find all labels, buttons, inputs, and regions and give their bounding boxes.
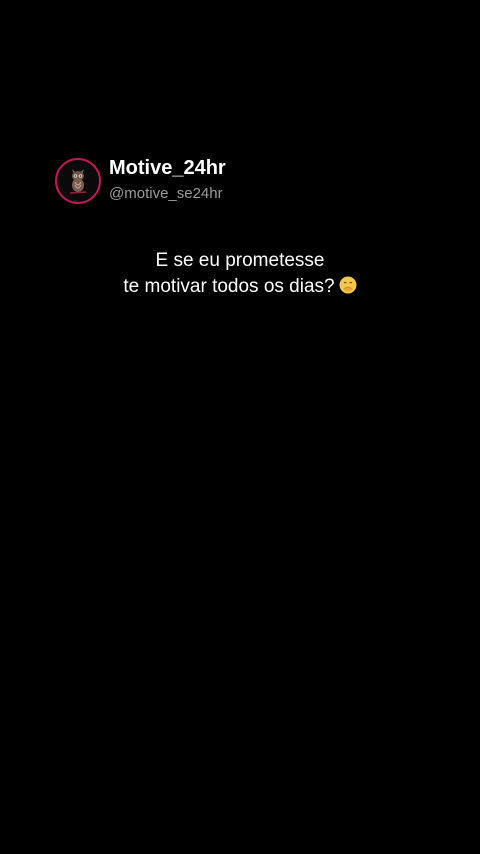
avatar[interactable]	[55, 158, 101, 204]
post-text: E se eu prometesse te motivar todos os d…	[0, 248, 480, 300]
post-line-2-text: te motivar todos os dias?	[123, 276, 335, 297]
owl-icon	[69, 169, 87, 194]
username-handle[interactable]: @motive_se24hr	[109, 186, 226, 201]
post-line-2: te motivar todos os dias?	[0, 274, 480, 300]
face-with-hand-over-mouth-emoji-icon	[339, 276, 357, 294]
profile-names: Motive_24hr @motive_se24hr	[109, 158, 226, 201]
display-name[interactable]: Motive_24hr	[109, 158, 226, 178]
profile-header: Motive_24hr @motive_se24hr	[55, 158, 226, 204]
post-line-1: E se eu prometesse	[155, 250, 325, 271]
